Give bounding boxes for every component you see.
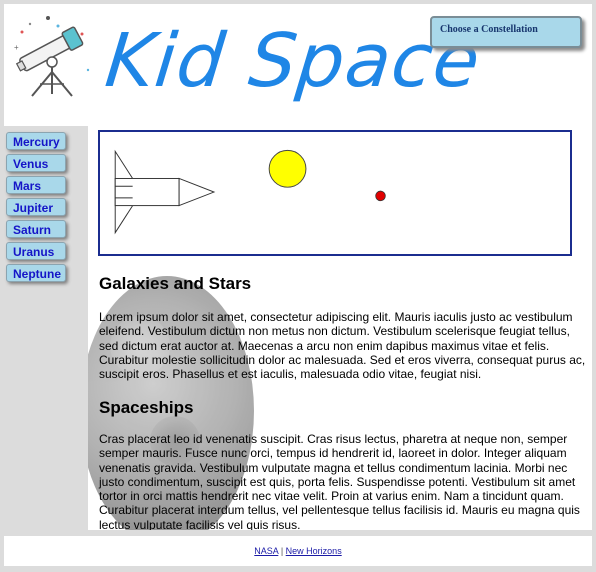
page-title: Kid Space xyxy=(101,18,485,104)
section-text-spaceships: Cras placerat leo id venenatis suscipit.… xyxy=(99,432,580,530)
nav-item-venus[interactable]: Venus xyxy=(6,154,66,172)
header: + + Kid Space Choose a Constellation xyxy=(4,4,592,126)
nav-item-saturn[interactable]: Saturn xyxy=(6,220,66,238)
section-text-galaxies: Lorem ipsum dolor sit amet, consectetur … xyxy=(99,310,586,382)
nav-item-jupiter[interactable]: Jupiter xyxy=(6,198,66,216)
section-heading-galaxies: Galaxies and Stars xyxy=(99,274,252,293)
planet-icon xyxy=(375,190,386,202)
nav-item-uranus[interactable]: Uranus xyxy=(6,242,66,260)
section-heading-spaceships: Spaceships xyxy=(99,398,194,417)
sun-icon xyxy=(268,149,307,188)
footer-separator: | xyxy=(280,546,284,556)
rocket-icon xyxy=(114,149,216,235)
space-scene xyxy=(98,130,572,256)
choose-constellation-button[interactable]: Choose a Constellation xyxy=(430,16,582,48)
nav-item-mercury[interactable]: Mercury xyxy=(6,132,66,150)
nasa-link[interactable]: NASA xyxy=(254,546,278,556)
main-content: Galaxies and Stars Lorem ipsum dolor sit… xyxy=(88,126,592,530)
footer: NASA | New Horizons xyxy=(4,536,592,566)
planet-nav: Mercury Venus Mars Jupiter Saturn Uranus… xyxy=(4,126,88,530)
nav-item-mars[interactable]: Mars xyxy=(6,176,66,194)
new-horizons-link[interactable]: New Horizons xyxy=(286,546,342,556)
telescope-icon: + + xyxy=(14,16,90,97)
nav-item-neptune[interactable]: Neptune xyxy=(6,264,66,282)
svg-text:+: + xyxy=(14,43,19,52)
